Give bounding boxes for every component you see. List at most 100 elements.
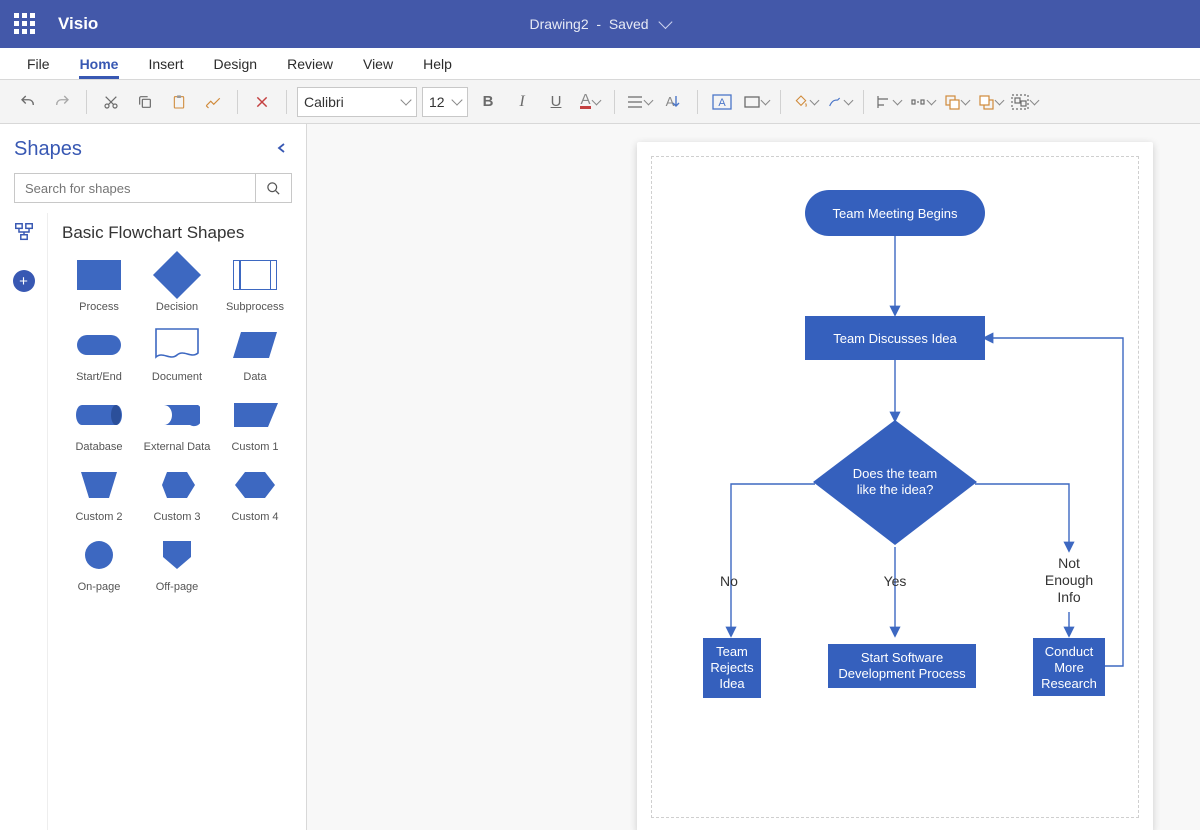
title-bar: Visio Drawing2 - Saved (0, 0, 1200, 48)
redo-button[interactable] (48, 87, 76, 117)
tab-review[interactable]: Review (272, 48, 348, 79)
shape-custom1[interactable]: Custom 1 (218, 395, 292, 453)
shape-custom3[interactable]: Custom 3 (140, 465, 214, 523)
chevron-down-icon (994, 96, 1004, 106)
branch-info-3: Info (1057, 589, 1081, 605)
paste-button[interactable] (165, 87, 193, 117)
panel-title: Shapes (14, 138, 82, 161)
shape-section-title: Basic Flowchart Shapes (62, 223, 292, 243)
shape-custom4[interactable]: Custom 4 (218, 465, 292, 523)
shape-custom2[interactable]: Custom 2 (62, 465, 136, 523)
font-color-button[interactable]: A (576, 87, 604, 117)
italic-button[interactable]: I (508, 87, 536, 117)
app-name: Visio (58, 14, 98, 34)
collapse-panel-button[interactable] (276, 141, 288, 159)
document-status: Saved (609, 16, 649, 32)
node-team-meeting[interactable]: Team Meeting Begins (832, 206, 958, 221)
bold-button[interactable]: B (474, 87, 502, 117)
undo-button[interactable] (14, 87, 42, 117)
shape-startend[interactable]: Start/End (62, 325, 136, 383)
align-button[interactable] (625, 87, 653, 117)
document-title-button[interactable]: Drawing2 - Saved (529, 16, 670, 32)
send-back-button[interactable] (976, 87, 1004, 117)
text-box-button[interactable]: A (708, 87, 736, 117)
bring-front-button[interactable] (942, 87, 970, 117)
shape-externaldata[interactable]: External Data (140, 395, 214, 453)
chevron-down-icon (1029, 96, 1039, 106)
node-decision-line1[interactable]: Does the team (853, 466, 938, 481)
node-discuss-idea[interactable]: Team Discusses Idea (833, 331, 957, 346)
shape-decision[interactable]: Decision (140, 255, 214, 313)
arrange-align-button[interactable] (874, 87, 902, 117)
distribute-button[interactable] (908, 87, 936, 117)
chevron-down-icon (643, 96, 653, 106)
font-size-value: 12 (429, 94, 445, 110)
main-area: Shapes + Basic Flowchart Shapes Process (0, 124, 1200, 830)
tab-help[interactable]: Help (408, 48, 467, 79)
branch-no: No (720, 573, 738, 589)
cut-button[interactable] (97, 87, 125, 117)
shapes-search (14, 173, 292, 203)
shapes-search-input[interactable] (15, 174, 255, 202)
shape-onpage[interactable]: On-page (62, 535, 136, 593)
chevron-down-icon (451, 94, 462, 105)
chevron-down-icon (591, 96, 601, 106)
chevron-down-icon (960, 96, 970, 106)
node-decision-line2[interactable]: like the idea? (857, 482, 934, 497)
page[interactable]: Team Meeting Begins Team Discusses Idea … (637, 142, 1153, 830)
delete-button[interactable] (248, 87, 276, 117)
chevron-down-icon (892, 96, 902, 106)
font-family-value: Calibri (304, 94, 344, 110)
node-start-dev-2[interactable]: Development Process (838, 666, 966, 681)
chevron-down-icon (658, 15, 672, 29)
ribbon-toolbar: Calibri 12 B I U A A A (0, 80, 1200, 124)
font-family-combo[interactable]: Calibri (297, 87, 417, 117)
underline-button[interactable]: U (542, 87, 570, 117)
tab-file[interactable]: File (12, 48, 65, 79)
chevron-down-icon (760, 96, 770, 106)
stencil-rail: + (0, 213, 48, 830)
branch-info-2: Enough (1045, 572, 1093, 588)
shape-subprocess[interactable]: Subprocess (218, 255, 292, 313)
chevron-down-icon (400, 94, 411, 105)
shape-insert-button[interactable] (742, 87, 770, 117)
format-painter-button[interactable] (199, 87, 227, 117)
copy-button[interactable] (131, 87, 159, 117)
text-orientation-button[interactable]: A (659, 87, 687, 117)
drawing-canvas[interactable]: Team Meeting Begins Team Discusses Idea … (307, 124, 1200, 830)
stencil-icon[interactable] (13, 221, 35, 248)
shape-outline-button[interactable] (825, 87, 853, 117)
shape-offpage[interactable]: Off-page (140, 535, 214, 593)
ribbon-tabs: File Home Insert Design Review View Help (0, 48, 1200, 80)
document-name: Drawing2 (529, 16, 588, 32)
tab-view[interactable]: View (348, 48, 408, 79)
add-stencil-button[interactable]: + (13, 270, 35, 292)
waffle-icon[interactable] (14, 13, 36, 35)
shape-database[interactable]: Database (62, 395, 136, 453)
node-reject-2[interactable]: Rejects (710, 660, 754, 675)
tab-design[interactable]: Design (198, 48, 272, 79)
branch-info-1: Not (1058, 555, 1080, 571)
tab-insert[interactable]: Insert (133, 48, 198, 79)
shape-data[interactable]: Data (218, 325, 292, 383)
shape-document[interactable]: Document (140, 325, 214, 383)
branch-yes: Yes (884, 573, 907, 589)
shapes-panel: Shapes + Basic Flowchart Shapes Process (0, 124, 307, 830)
shape-fill-button[interactable] (791, 87, 819, 117)
node-research-3[interactable]: Research (1041, 676, 1097, 691)
node-start-dev-1[interactable]: Start Software (861, 650, 943, 665)
flowchart: Team Meeting Begins Team Discusses Idea … (637, 142, 1153, 830)
shape-gallery: Process Decision Subprocess Start/End Do… (62, 255, 292, 593)
tab-home[interactable]: Home (65, 48, 134, 79)
font-size-combo[interactable]: 12 (422, 87, 468, 117)
shape-process[interactable]: Process (62, 255, 136, 313)
chevron-down-icon (926, 96, 936, 106)
svg-text:A: A (718, 97, 726, 109)
node-reject-3[interactable]: Idea (719, 676, 745, 691)
node-reject-1[interactable]: Team (716, 644, 748, 659)
group-button[interactable] (1010, 87, 1038, 117)
search-button[interactable] (255, 174, 291, 202)
node-research-1[interactable]: Conduct (1045, 644, 1094, 659)
node-research-2[interactable]: More (1054, 660, 1084, 675)
chevron-down-icon (843, 96, 853, 106)
